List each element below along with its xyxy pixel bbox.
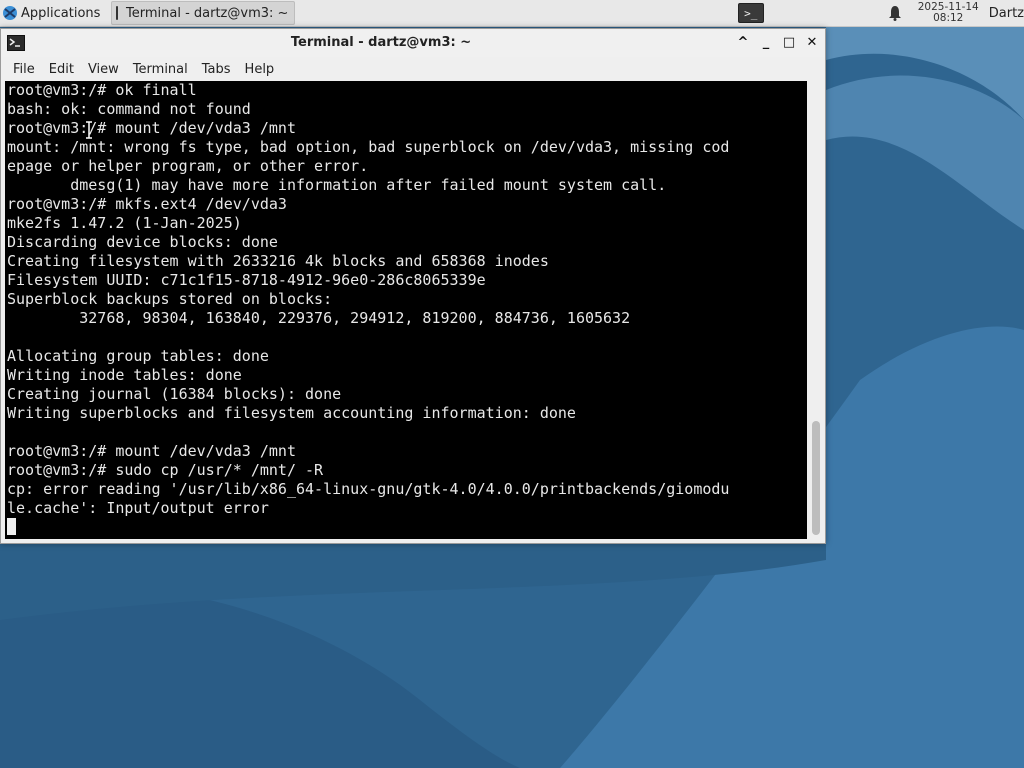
terminal-window: Terminal - dartz@vm3: ~ ^ _ □ ✕ File Edi…: [0, 28, 826, 544]
terminal-line: Allocating group tables: done: [7, 347, 269, 365]
terminal-cursor: [7, 518, 16, 535]
window-title: Terminal - dartz@vm3: ~: [290, 35, 472, 50]
menu-help[interactable]: Help: [233, 62, 283, 77]
menu-bar: File Edit View Terminal Tabs Help: [1, 57, 825, 81]
terminal-line: Filesystem UUID: c71c1f15-8718-4912-96e0…: [7, 271, 486, 289]
close-button[interactable]: ✕: [804, 35, 820, 51]
menu-tabs[interactable]: Tabs: [190, 62, 239, 77]
maximize-button[interactable]: □: [781, 35, 797, 51]
terminal-line: root@vm3:/# mount /dev/vda3 /mnt: [7, 119, 296, 137]
terminal-text: root@vm3:/# ok finall bash: ok: command …: [5, 81, 807, 537]
ibeam-cursor-icon: [86, 121, 92, 139]
terminal-line: bash: ok: command not found: [7, 100, 251, 118]
terminal-line: cp: error reading '/usr/lib/x86_64-linux…: [7, 480, 730, 498]
terminal-line: Discarding device blocks: done: [7, 233, 278, 251]
terminal-output[interactable]: root@vm3:/# ok finall bash: ok: command …: [5, 81, 807, 539]
terminal-launcher-button[interactable]: >_: [737, 3, 764, 23]
top-panel: Applications Terminal - dartz@vm3: ~ >_ …: [0, 0, 1024, 27]
terminal-icon: [116, 6, 118, 20]
terminal-line: mount: /mnt: wrong fs type, bad option, …: [7, 138, 730, 156]
menu-terminal[interactable]: Terminal: [121, 62, 196, 77]
terminal-line: root@vm3:/# mount /dev/vda3 /mnt: [7, 442, 296, 460]
shade-button[interactable]: ^: [735, 35, 751, 51]
terminal-line: Writing superblocks and filesystem accou…: [7, 404, 576, 422]
user-menu[interactable]: Dartz: [989, 6, 1024, 21]
xfce-mouse-icon: [3, 6, 17, 20]
terminal-line: epage or helper program, or other error.: [7, 157, 369, 175]
terminal-scrollbar[interactable]: [807, 81, 825, 539]
terminal-line: root@vm3:/# mkfs.ext4 /dev/vda3: [7, 195, 287, 213]
panel-clock[interactable]: 2025-11-14 08:12: [918, 2, 979, 24]
scrollbar-thumb[interactable]: [812, 421, 820, 535]
terminal-line: Creating filesystem with 2633216 4k bloc…: [7, 252, 549, 270]
minimize-button[interactable]: _: [758, 35, 774, 51]
terminal-line: 32768, 98304, 163840, 229376, 294912, 81…: [7, 309, 631, 327]
terminal-line: root@vm3:/# ok finall: [7, 81, 197, 99]
terminal-line: dmesg(1) may have more information after…: [7, 176, 667, 194]
terminal-line: Superblock backups stored on blocks:: [7, 290, 333, 308]
terminal-line: Writing inode tables: done: [7, 366, 242, 384]
window-titlebar[interactable]: Terminal - dartz@vm3: ~ ^ _ □ ✕: [1, 29, 825, 57]
terminal-line: Creating journal (16384 blocks): done: [7, 385, 342, 403]
menu-view[interactable]: View: [76, 62, 127, 77]
terminal-line: mke2fs 1.47.2 (1-Jan-2025): [7, 214, 242, 232]
taskbar-item-label: Terminal - dartz@vm3: ~: [126, 5, 289, 21]
terminal-line: le.cache': Input/output error: [7, 499, 269, 517]
taskbar-item-terminal[interactable]: Terminal - dartz@vm3: ~: [111, 1, 295, 25]
applications-menu-button[interactable]: Applications: [0, 0, 109, 26]
clock-time: 08:12: [933, 12, 964, 24]
applications-label: Applications: [21, 5, 101, 21]
terminal-line: root@vm3:/# sudo cp /usr/* /mnt/ -R: [7, 461, 324, 479]
bell-icon[interactable]: [888, 5, 902, 21]
